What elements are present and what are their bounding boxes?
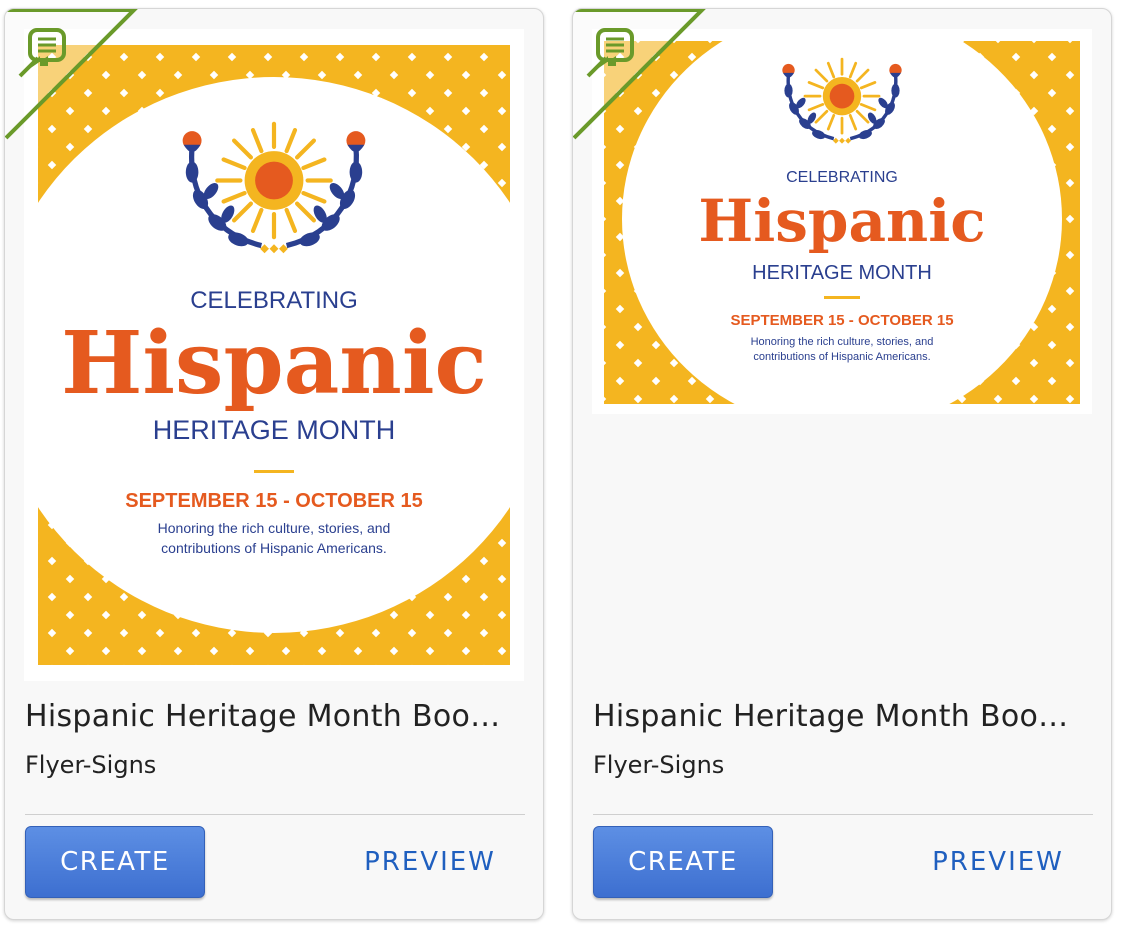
flyer-dates: SEPTEMBER 15 - OCTOBER 15 [730,312,954,329]
template-title: Hispanic Heritage Month Boo… [25,699,501,734]
flyer-month-text: HERITAGE MONTH [752,262,932,284]
template-type-badge [5,9,138,140]
flyer-divider [254,470,294,473]
flyer-celebrating-text: CELEBRATING [786,169,898,186]
template-category: Flyer-Signs [593,751,725,779]
card-divider [25,814,525,815]
flyer-celebrating-text: CELEBRATING [190,287,358,314]
template-category: Flyer-Signs [25,751,157,779]
flyer-tagline-line2: contributions of Hispanic Americans. [753,351,931,363]
flyer-divider [824,296,860,299]
template-card[interactable]: CELEBRATING Hispanic HERITAGE MONTH SEPT… [4,8,544,920]
card-divider [593,814,1093,815]
flyer-headline: Hispanic [61,313,487,414]
template-type-badge [573,9,706,140]
template-card[interactable]: CELEBRATING Hispanic HERITAGE MONTH SEPT… [572,8,1112,920]
flyer-dates: SEPTEMBER 15 - OCTOBER 15 [125,490,423,512]
flyer-headline: Hispanic [698,187,986,255]
preview-link[interactable]: PREVIEW [345,826,515,898]
flyer-tagline-line1: Honoring the rich culture, stories, and [750,336,934,348]
preview-link[interactable]: PREVIEW [913,826,1083,898]
flyer-tagline-line1: Honoring the rich culture, stories, and [157,520,391,536]
template-title: Hispanic Heritage Month Boo… [593,699,1069,734]
flyer-month-text: HERITAGE MONTH [152,415,396,445]
create-button[interactable]: CREATE [593,826,773,898]
create-button[interactable]: CREATE [25,826,205,898]
flyer-tagline-line2: contributions of Hispanic Americans. [161,540,387,556]
